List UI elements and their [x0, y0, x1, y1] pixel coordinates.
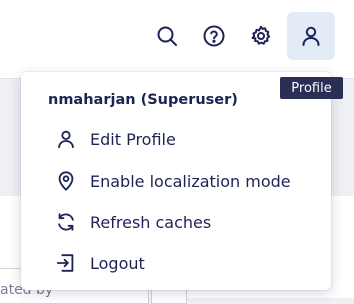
menu-item-label: Logout [90, 253, 145, 273]
settings-button[interactable] [241, 16, 281, 56]
settings-icon [251, 25, 271, 45]
profile-tooltip: Profile [280, 77, 343, 99]
search-icon [157, 26, 177, 46]
menu-item-label: Refresh caches [90, 212, 212, 232]
menu-item-logout[interactable]: Logout [21, 243, 331, 283]
menu-item-label: Enable localization mode [90, 171, 291, 191]
help-icon [203, 25, 225, 47]
profile-menu: nmaharjan (Superuser) Edit Profile Enabl… [21, 72, 331, 290]
search-button[interactable] [147, 16, 187, 56]
menu-item-refresh-caches[interactable]: Refresh caches [21, 202, 331, 242]
menu-item-enable-localization[interactable]: Enable localization mode [21, 161, 331, 201]
user-icon [55, 128, 77, 150]
help-button[interactable] [194, 16, 234, 56]
refresh-icon [55, 211, 77, 233]
logout-icon [55, 252, 77, 274]
user-icon [302, 26, 320, 46]
profile-button[interactable] [287, 12, 335, 60]
menu-item-edit-profile[interactable]: Edit Profile [21, 119, 331, 159]
menu-user-label: nmaharjan (Superuser) [48, 92, 238, 108]
menu-item-label: Edit Profile [90, 129, 176, 149]
top-bar [0, 0, 354, 79]
location-pin-icon [55, 170, 77, 192]
